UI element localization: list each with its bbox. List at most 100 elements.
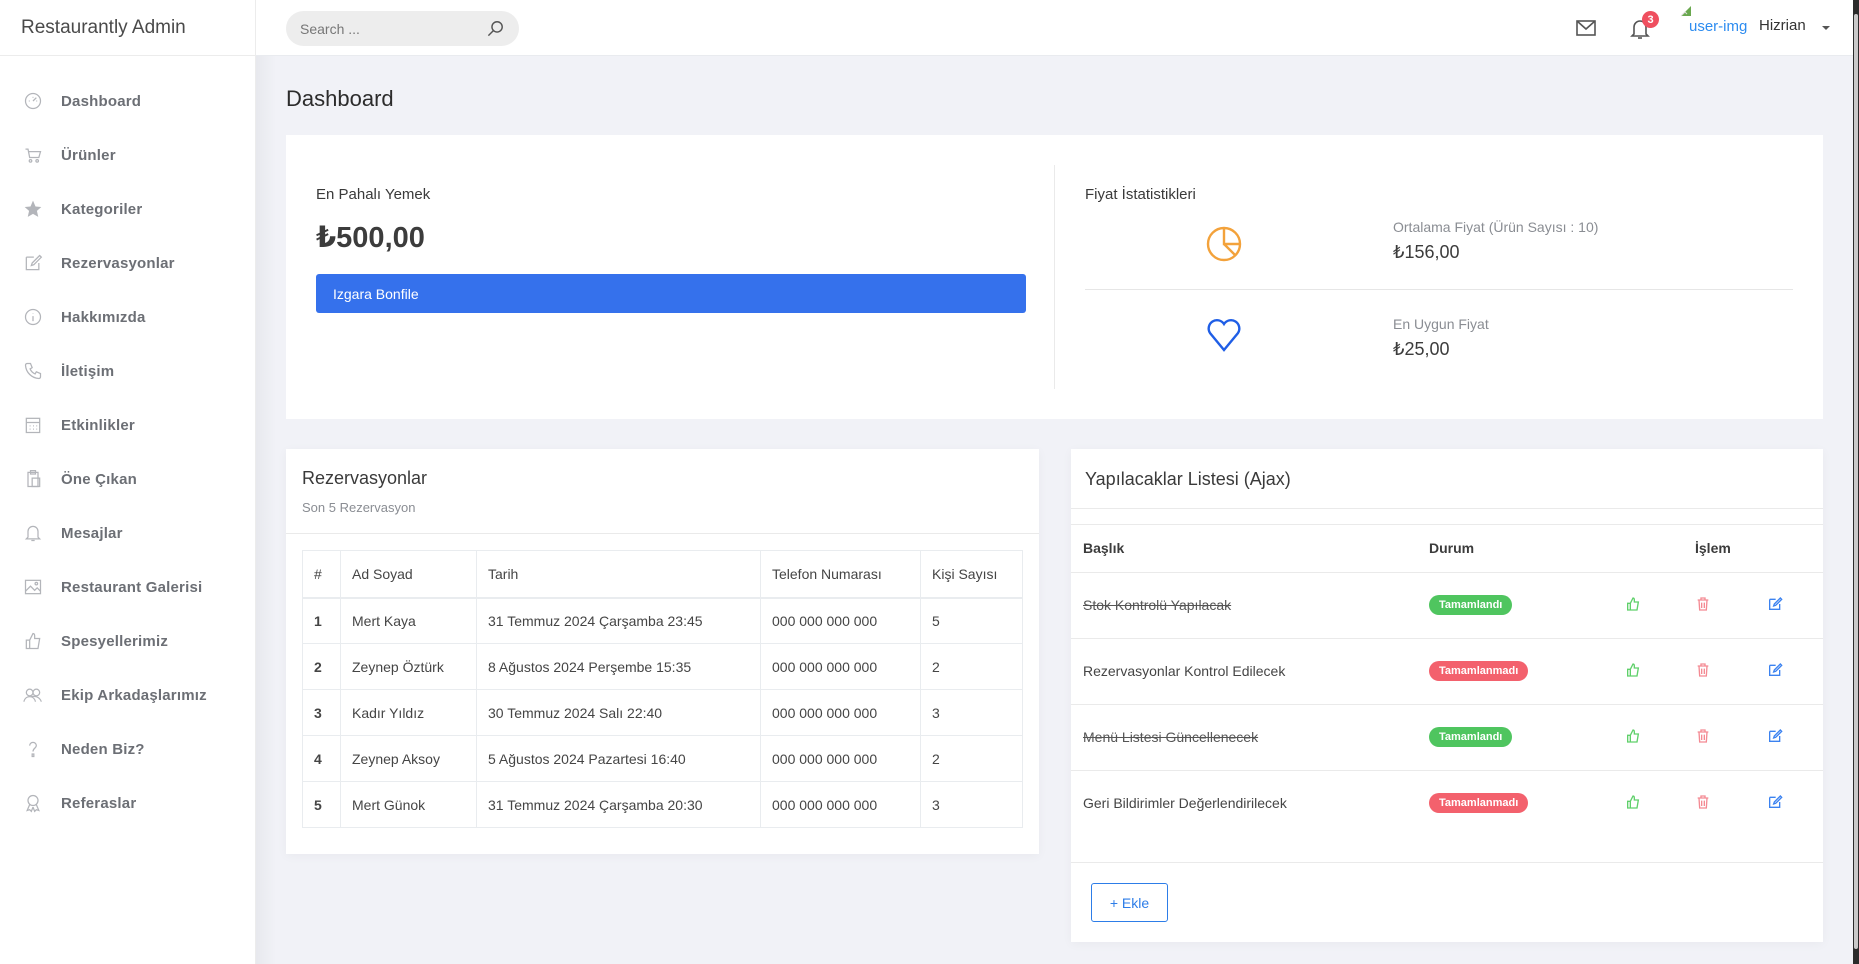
most-expensive-item-button[interactable]: Izgara Bonfile bbox=[316, 274, 1026, 313]
bell-icon bbox=[22, 522, 44, 544]
edit-icon[interactable] bbox=[1767, 662, 1783, 678]
thumbs-up-icon[interactable] bbox=[1625, 728, 1641, 744]
row-date: 30 Temmuz 2024 Salı 22:40 bbox=[476, 689, 761, 736]
reservations-header: Rezervasyonlar Son 5 Rezervasyon bbox=[286, 449, 1039, 534]
edit-icon[interactable] bbox=[1767, 794, 1783, 810]
heart-icon bbox=[1207, 319, 1241, 352]
thumbs-up-icon[interactable] bbox=[1625, 596, 1641, 612]
app-title[interactable]: Restaurantly Admin bbox=[0, 0, 255, 56]
row-people: 5 bbox=[920, 597, 1023, 644]
row-people: 2 bbox=[920, 643, 1023, 690]
sidebar-item-spesyeller[interactable]: Spesyellerimiz bbox=[0, 614, 255, 668]
todo-row: Menü Listesi Güncellenecek Tamamlandı bbox=[1071, 704, 1823, 771]
table-row: 4 Zeynep Aksoy 5 Ağustos 2024 Pazartesi … bbox=[302, 735, 1023, 782]
page-title: Dashboard bbox=[286, 86, 394, 111]
todo-item-title: Stok Kontrolü Yapılacak bbox=[1071, 572, 1417, 639]
mail-icon[interactable] bbox=[1576, 20, 1596, 36]
reservations-title: Rezervasyonlar bbox=[302, 468, 428, 488]
price-stats-section: Fiyat İstatistikleri Ortalama Fiyat (Ürü… bbox=[1085, 186, 1793, 386]
sidebar-item-galeri[interactable]: Restaurant Galerisi bbox=[0, 560, 255, 614]
most-expensive-label: En Pahalı Yemek bbox=[316, 186, 431, 203]
question-icon bbox=[22, 738, 44, 760]
trash-icon[interactable] bbox=[1695, 794, 1711, 810]
todo-spacer bbox=[1071, 509, 1823, 525]
sidebar-item-label: Neden Biz? bbox=[61, 740, 145, 758]
row-date: 8 Ağustos 2024 Perşembe 15:35 bbox=[476, 643, 761, 690]
sidebar-item-hakkimizda[interactable]: Hakkımızda bbox=[0, 290, 255, 344]
column-header: Ad Soyad bbox=[340, 550, 477, 599]
cheapest-price-label: En Uygun Fiyat bbox=[1393, 316, 1489, 332]
todo-item-title: Menü Listesi Güncellenecek bbox=[1071, 704, 1417, 771]
calendar-icon bbox=[22, 414, 44, 436]
column-header-title: Başlık bbox=[1071, 525, 1417, 573]
edit-icon[interactable] bbox=[1767, 596, 1783, 612]
notification-badge: 3 bbox=[1642, 11, 1659, 28]
sidebar-item-ekip[interactable]: Ekip Arkadaşlarımız bbox=[0, 668, 255, 722]
column-header-action: İşlem bbox=[1683, 525, 1755, 573]
row-phone: 000 000 000 000 bbox=[760, 781, 921, 828]
search-input[interactable] bbox=[300, 20, 480, 37]
sidebar-item-rezervasyonlar[interactable]: Rezervasyonlar bbox=[0, 236, 255, 290]
row-name: Kadır Yıldız bbox=[340, 689, 477, 736]
image-icon bbox=[22, 576, 44, 598]
column-header: Telefon Numarası bbox=[760, 550, 921, 599]
add-todo-button[interactable]: + Ekle bbox=[1091, 883, 1168, 922]
todo-item-title: Geri Bildirimler Değerlendirilecek bbox=[1083, 795, 1287, 812]
status-badge: Tamamlanmadı bbox=[1429, 793, 1529, 814]
row-phone: 000 000 000 000 bbox=[760, 689, 921, 736]
thumbs-up-icon bbox=[22, 630, 44, 652]
thumbs-up-icon[interactable] bbox=[1625, 662, 1641, 678]
sidebar-item-urunler[interactable]: Ürünler bbox=[0, 128, 255, 182]
sidebar-item-referanslar[interactable]: Referaslar bbox=[0, 776, 255, 830]
average-price-row: Ortalama Fiyat (Ürün Sayısı : 10) ₺156,0… bbox=[1085, 203, 1793, 290]
status-badge: Tamamlanmadı bbox=[1429, 661, 1529, 681]
todo-row: Geri Bildirimler Değerlendirilecek Tamam… bbox=[1071, 770, 1823, 836]
column-header-spacer bbox=[1755, 525, 1823, 573]
sidebar-item-label: Öne Çıkan bbox=[61, 470, 137, 488]
column-header: # bbox=[302, 550, 341, 599]
cheapest-price-row: En Uygun Fiyat ₺25,00 bbox=[1085, 290, 1793, 386]
table-header-row: # Ad Soyad Tarih Telefon Numarası Kişi S… bbox=[302, 550, 1023, 599]
sidebar-item-mesajlar[interactable]: Mesajlar bbox=[0, 506, 255, 560]
edit-icon bbox=[22, 252, 44, 274]
reservations-subtitle: Son 5 Rezervasyon bbox=[302, 500, 416, 515]
award-icon bbox=[22, 792, 44, 814]
trash-icon[interactable] bbox=[1695, 596, 1711, 612]
sidebar-item-one-cikan[interactable]: Öne Çıkan bbox=[0, 452, 255, 506]
row-index: 5 bbox=[302, 781, 341, 828]
user-name[interactable]: Hizrian bbox=[1759, 17, 1806, 34]
user-avatar[interactable]: user-img bbox=[1689, 18, 1747, 35]
edit-icon[interactable] bbox=[1767, 728, 1783, 744]
broken-image-icon bbox=[1680, 6, 1691, 17]
table-row: 5 Mert Günok 31 Temmuz 2024 Çarşamba 20:… bbox=[302, 781, 1023, 828]
scrollbar-thumb[interactable] bbox=[1854, 14, 1858, 949]
sidebar-item-neden-biz[interactable]: Neden Biz? bbox=[0, 722, 255, 776]
reservations-table: # Ad Soyad Tarih Telefon Numarası Kişi S… bbox=[302, 550, 1023, 828]
info-icon bbox=[22, 306, 44, 328]
trash-icon[interactable] bbox=[1695, 728, 1711, 744]
sidebar-item-label: Ürünler bbox=[61, 146, 116, 164]
trash-icon[interactable] bbox=[1695, 662, 1711, 678]
status-badge: Tamamlandı bbox=[1429, 727, 1513, 747]
sidebar-item-label: Rezervasyonlar bbox=[61, 254, 175, 272]
user-menu-caret-icon[interactable] bbox=[1822, 26, 1830, 30]
sidebar-item-etkinlikler[interactable]: Etkinlikler bbox=[0, 398, 255, 452]
todo-list-card: Yapılacaklar Listesi (Ajax) Başlık Durum… bbox=[1071, 449, 1823, 942]
reservations-card: Rezervasyonlar Son 5 Rezervasyon # Ad So… bbox=[286, 449, 1039, 854]
sidebar-item-label: Etkinlikler bbox=[61, 416, 135, 434]
row-index: 2 bbox=[302, 643, 341, 690]
todo-row: Rezervasyonlar Kontrol Edilecek Tamamlan… bbox=[1071, 638, 1823, 705]
row-phone: 000 000 000 000 bbox=[760, 735, 921, 782]
sidebar-item-iletisim[interactable]: İletişim bbox=[0, 344, 255, 398]
search-icon[interactable] bbox=[486, 19, 505, 38]
average-price-label: Ortalama Fiyat (Ürün Sayısı : 10) bbox=[1393, 219, 1599, 235]
thumbs-up-icon[interactable] bbox=[1625, 794, 1641, 810]
sidebar-item-dashboard[interactable]: Dashboard bbox=[0, 74, 255, 128]
most-expensive-price: ₺500,00 bbox=[316, 222, 425, 254]
sidebar-item-label: Spesyellerimiz bbox=[61, 632, 169, 650]
todo-footer: + Ekle bbox=[1071, 862, 1823, 942]
sidebar-item-label: Mesajlar bbox=[61, 524, 123, 542]
sidebar-item-kategoriler[interactable]: Kategoriler bbox=[0, 182, 255, 236]
row-phone: 000 000 000 000 bbox=[760, 643, 921, 690]
page-scrollbar[interactable] bbox=[1853, 0, 1859, 964]
